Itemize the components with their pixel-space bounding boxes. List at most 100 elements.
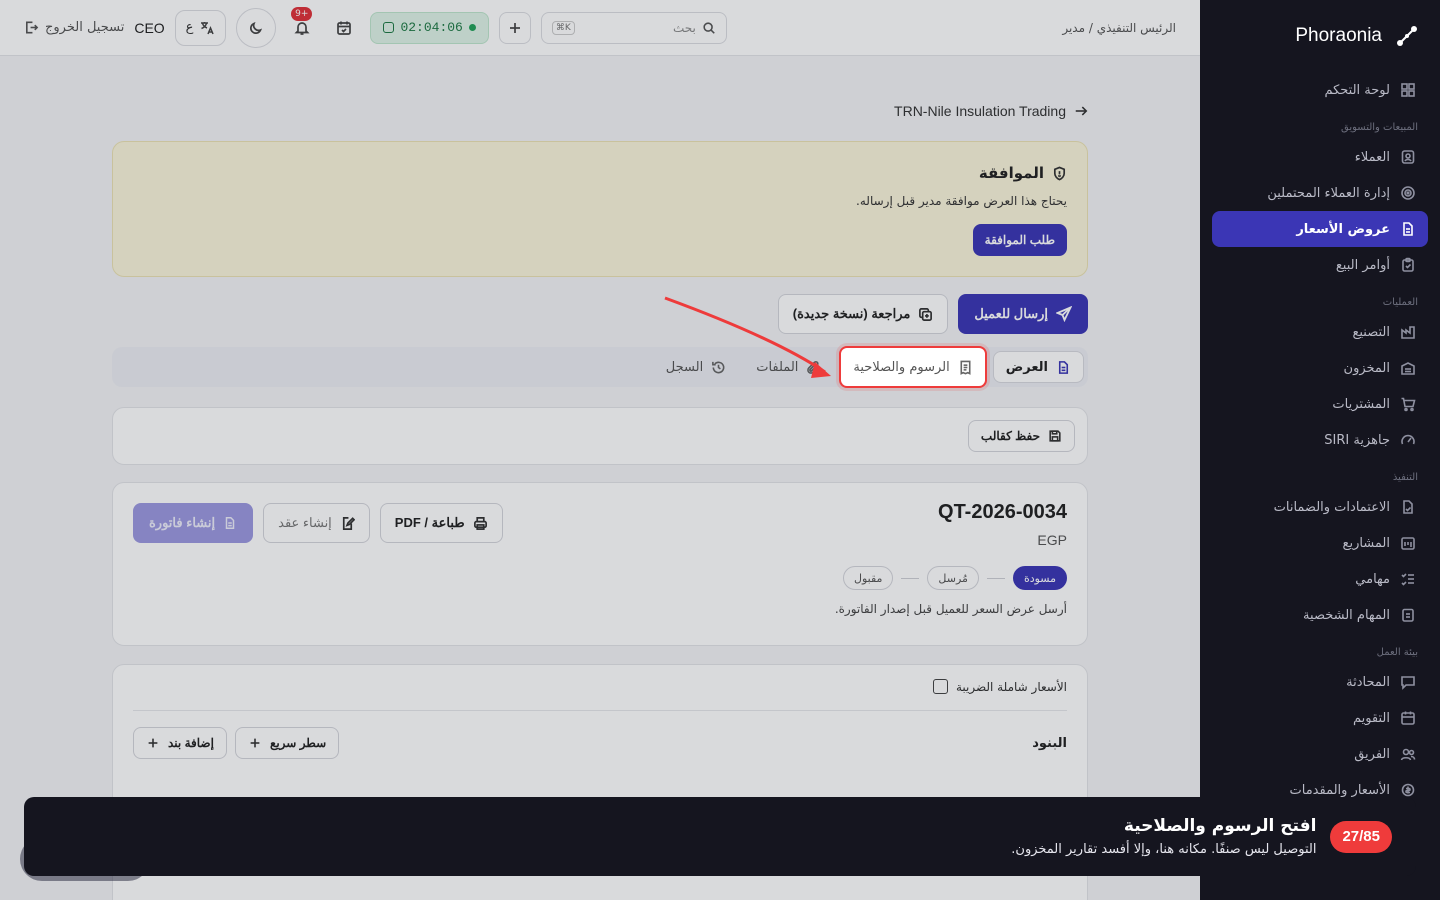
tab-label: السجل — [665, 359, 704, 375]
document-icon — [1403, 222, 1413, 236]
quick-line-button[interactable]: سطر سريع — [234, 727, 340, 759]
tasks-icon — [1401, 573, 1414, 586]
sidebar-item-personal-tasks[interactable]: المهام الشخصية — [1212, 597, 1428, 633]
sidebar-item-manufacturing[interactable]: التصنيع — [1212, 314, 1428, 350]
stage-accepted: مقبول — [842, 566, 894, 590]
sidebar-item-leads[interactable]: إدارة العملاء المحتملين — [1212, 175, 1428, 211]
sidebar-item-chat[interactable]: المحادثة — [1212, 664, 1428, 700]
sidebar-heading: العمليات — [1382, 297, 1418, 308]
sidebar-item-calendar[interactable]: التقويم — [1212, 700, 1428, 736]
revise-new-version-button[interactable]: مراجعة (نسخة جديدة) — [777, 294, 949, 334]
calendar-icon — [1401, 711, 1415, 725]
add-button[interactable] — [498, 11, 531, 44]
tour-step-title: افتح الرسوم والصلاحية — [1123, 816, 1317, 836]
sidebar-item-team[interactable]: الفريق — [1212, 736, 1428, 772]
tour-step-text: التوصيل ليس صنفًا. مكانه هنا، وإلا أفسد … — [1011, 842, 1317, 857]
customer-name: TRN-Nile Insulation Trading — [894, 103, 1066, 119]
tab-quote[interactable]: العرض — [992, 351, 1084, 383]
file-check-icon — [1403, 500, 1413, 514]
search-input[interactable]: بحث K⌘ — [540, 11, 727, 44]
search-icon — [703, 21, 715, 34]
logout-icon — [26, 21, 39, 34]
tab-files[interactable]: الملفات — [744, 351, 833, 383]
language-switcher[interactable]: ع — [174, 9, 227, 46]
sidebar-item-quotes[interactable]: عروض الأسعار — [1212, 211, 1428, 247]
notifications-button[interactable]: +9 — [286, 6, 319, 44]
tab-history[interactable]: السجل — [654, 351, 738, 383]
sidebar-heading: بيئة العمل — [1376, 647, 1418, 658]
divider — [133, 710, 1067, 711]
sidebar-item-label: مهامي — [1355, 571, 1390, 587]
sidebar-item-purchases[interactable]: المشتريات — [1212, 386, 1428, 422]
sidebar-item-label: المشتريات — [1332, 396, 1390, 412]
personal-tasks-icon — [1402, 608, 1414, 622]
stage-connector — [901, 577, 920, 579]
send-icon — [1056, 306, 1072, 322]
time-tracker[interactable]: 02:04:06 — [370, 11, 489, 44]
search-shortcut: K⌘ — [551, 20, 575, 35]
sidebar-item-sales-orders[interactable]: أوامر البيع — [1212, 247, 1428, 283]
calendar-button[interactable] — [328, 11, 361, 44]
sidebar-item-label: الأسعار والمقدمات — [1289, 782, 1391, 798]
theme-toggle[interactable] — [236, 7, 277, 48]
search-placeholder: بحث — [672, 20, 696, 35]
sidebar-item-label: الفريق — [1354, 746, 1390, 762]
create-invoice-button[interactable]: إنشاء فاتورة — [133, 503, 254, 543]
print-pdf-button[interactable]: طباعة / PDF — [379, 503, 503, 543]
stage-connector — [986, 577, 1005, 579]
bell-icon — [294, 21, 310, 35]
quick-line-label: سطر سريع — [269, 736, 327, 750]
sidebar-item-label: المحادثة — [1346, 674, 1390, 690]
prices-icon — [1401, 783, 1415, 797]
sidebar-item-label: إدارة العملاء المحتملين — [1267, 185, 1390, 201]
copy-plus-icon — [919, 307, 933, 321]
stage-draft: مسودة — [1012, 566, 1067, 590]
sidebar-group-workspace: بيئة العمل المحادثة التقويم الفريق الأسع… — [1200, 633, 1440, 808]
add-item-button[interactable]: إضافة بند — [133, 727, 227, 759]
tab-label: الملفات — [756, 359, 799, 375]
brand[interactable]: Phoraonia — [1200, 0, 1440, 72]
sidebar-group-main: لوحة التحكم — [1200, 72, 1440, 108]
sidebar-item-customers[interactable]: العملاء — [1212, 139, 1428, 175]
cart-icon — [1401, 397, 1416, 412]
approval-card: الموافقة يحتاج هذا العرض موافقة مدير قبل… — [112, 141, 1088, 277]
projects-icon — [1401, 537, 1415, 550]
sidebar-item-projects[interactable]: المشاريع — [1212, 525, 1428, 561]
calendar-check-icon — [337, 21, 352, 35]
sidebar-item-siri[interactable]: جاهزية SIRI — [1212, 422, 1428, 458]
tax-inclusive-checkbox[interactable] — [932, 679, 948, 694]
logout-label: تسجيل الخروج — [45, 20, 125, 35]
brand-logo-icon — [1397, 26, 1417, 46]
sidebar-item-credits[interactable]: الاعتمادات والضمانات — [1212, 489, 1428, 525]
create-contract-button[interactable]: إنشاء عقد — [263, 503, 370, 543]
tab-fees-validity[interactable]: الرسوم والصلاحية — [839, 346, 987, 388]
tax-inclusive-toggle[interactable]: الأسعار شاملة الضريبة — [133, 679, 1067, 694]
save-as-template-button[interactable]: حفظ كقالب — [967, 420, 1075, 452]
approval-title: الموافقة — [133, 164, 1067, 182]
quote-hint: أرسل عرض السعر للعميل قبل إصدار الفاتورة… — [834, 602, 1067, 616]
document-icon — [1058, 360, 1069, 374]
request-approval-button[interactable]: طلب الموافقة — [972, 224, 1067, 256]
tab-label: العرض — [1005, 359, 1048, 375]
sidebar-item-label: عروض الأسعار — [1296, 221, 1390, 237]
sidebar-item-my-tasks[interactable]: مهامي — [1212, 561, 1428, 597]
sidebar-item-dashboard[interactable]: لوحة التحكم — [1212, 72, 1428, 108]
user-role[interactable]: CEO — [134, 20, 164, 36]
warehouse-icon — [1401, 362, 1415, 375]
team-icon — [1400, 748, 1416, 761]
language-label: ع — [185, 20, 194, 35]
brand-name: Phoraonia — [1295, 25, 1382, 46]
quote-summary-card: QT-2026-0034 EGP إنشاء فاتورة إنشاء عقد … — [112, 482, 1088, 646]
timer-value: 02:04:06 — [400, 20, 463, 35]
file-signature-icon — [342, 516, 355, 530]
logout-button[interactable]: تسجيل الخروج — [24, 20, 124, 35]
sidebar: Phoraonia لوحة التحكم المبيعات والتسويق … — [1200, 0, 1440, 900]
factory-icon — [1401, 326, 1415, 339]
send-to-customer-button[interactable]: إرسال للعميل — [958, 294, 1088, 334]
sidebar-item-inventory[interactable]: المخزون — [1212, 350, 1428, 386]
quote-actions: إرسال للعميل مراجعة (نسخة جديدة) — [777, 294, 1088, 334]
sidebar-heading: التنفيذ — [1392, 472, 1418, 483]
sidebar-item-label: الاعتمادات والضمانات — [1273, 499, 1390, 515]
stop-icon[interactable] — [383, 22, 395, 33]
back-to-customer-link[interactable]: TRN-Nile Insulation Trading — [894, 103, 1088, 119]
